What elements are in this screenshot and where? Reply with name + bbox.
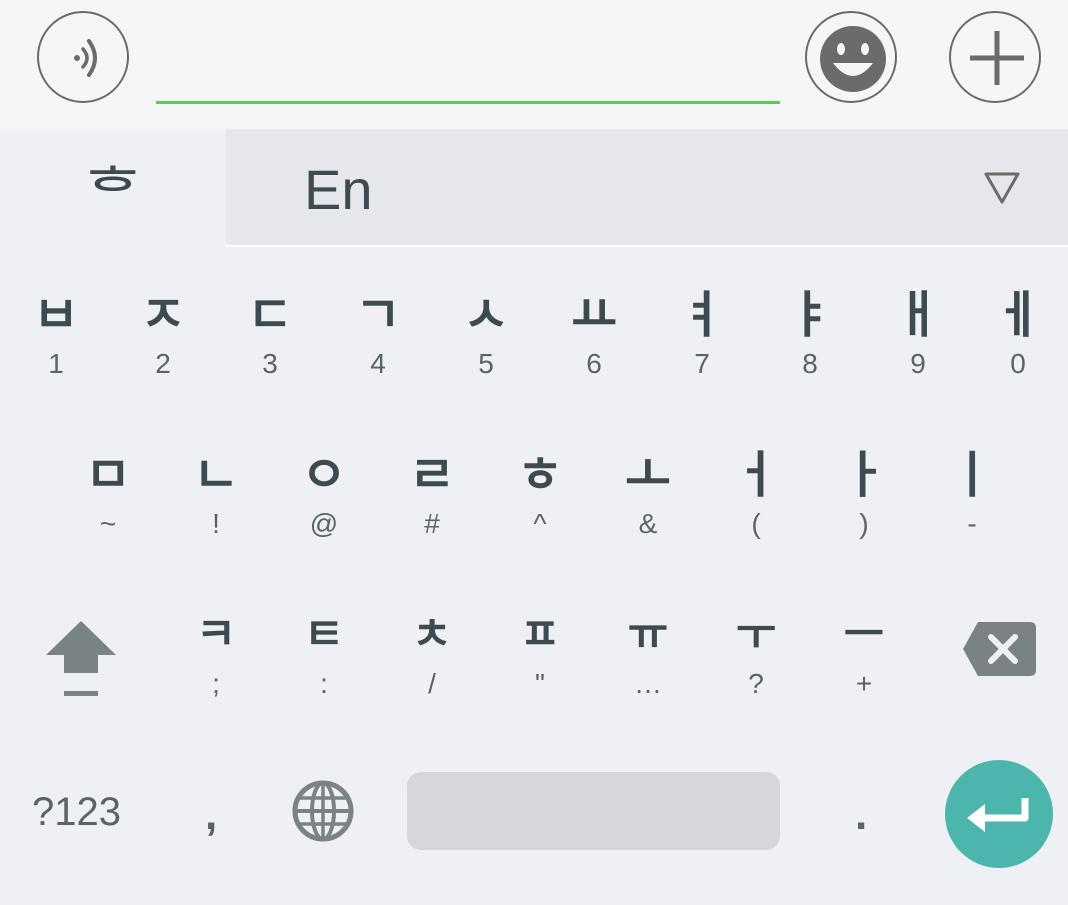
backspace-icon bbox=[963, 622, 1036, 676]
tab-korean-label: ᄒ bbox=[84, 157, 142, 230]
backspace-key[interactable] bbox=[960, 618, 1040, 680]
text-input[interactable] bbox=[156, 48, 780, 104]
key-b[interactable]: ㅂ1 bbox=[6, 285, 106, 415]
key-k[interactable]: ㅋ; bbox=[166, 605, 266, 735]
key-d[interactable]: ㄷ3 bbox=[220, 285, 320, 415]
globe-icon bbox=[292, 780, 354, 842]
key-ng[interactable]: ㅇ @ bbox=[274, 445, 374, 575]
shift-key[interactable] bbox=[40, 615, 122, 705]
key-eo[interactable]: ㅓ( bbox=[706, 445, 806, 575]
tab-korean[interactable]: ᄒ bbox=[0, 129, 226, 247]
key-m[interactable]: ㅁ ~ bbox=[58, 445, 158, 575]
triangle-down-icon[interactable] bbox=[982, 168, 1022, 208]
enter-key[interactable] bbox=[945, 760, 1053, 868]
key-o[interactable]: ㅗ & bbox=[598, 445, 698, 575]
emoji-button[interactable] bbox=[805, 11, 897, 103]
key-eu[interactable]: ㅡ + bbox=[814, 605, 914, 735]
language-switch-key[interactable] bbox=[290, 778, 356, 844]
key-ae[interactable]: ㅐ9 bbox=[868, 285, 968, 415]
key-r[interactable]: ㄹ # bbox=[382, 445, 482, 575]
key-u[interactable]: ㅜ? bbox=[706, 605, 806, 735]
language-bar: ᄒ En bbox=[0, 129, 1068, 247]
symbols-key[interactable]: ?123 bbox=[32, 790, 121, 835]
key-a[interactable]: ㅏ) bbox=[814, 445, 914, 575]
key-n[interactable]: ㄴ! bbox=[166, 445, 266, 575]
period-key[interactable]: . bbox=[855, 790, 867, 840]
key-yeo[interactable]: ㅕ7 bbox=[652, 285, 752, 415]
key-g[interactable]: ㄱ4 bbox=[328, 285, 428, 415]
key-j[interactable]: ㅈ2 bbox=[113, 285, 213, 415]
key-yo[interactable]: ㅛ6 bbox=[544, 285, 644, 415]
key-e[interactable]: ㅔ0 bbox=[968, 285, 1068, 415]
emoji-icon bbox=[820, 26, 886, 92]
key-yu[interactable]: ㅠ… bbox=[598, 605, 698, 735]
key-i[interactable]: ㅣ- bbox=[922, 445, 1022, 575]
key-h[interactable]: ㅎ ^ bbox=[490, 445, 590, 575]
key-t[interactable]: ㅌ: bbox=[274, 605, 374, 735]
add-button[interactable] bbox=[949, 11, 1041, 103]
voice-icon bbox=[74, 39, 97, 77]
key-ya[interactable]: ㅑ8 bbox=[760, 285, 860, 415]
tab-english-label: En bbox=[304, 158, 373, 221]
space-key[interactable] bbox=[407, 772, 780, 850]
key-s[interactable]: ㅅ5 bbox=[436, 285, 536, 415]
plus-icon bbox=[970, 31, 1024, 85]
key-p[interactable]: ㅍ " bbox=[490, 605, 590, 735]
tab-divider bbox=[226, 245, 1068, 247]
comma-key[interactable]: , bbox=[205, 790, 217, 840]
enter-icon bbox=[967, 798, 1029, 832]
voice-button[interactable] bbox=[37, 11, 129, 103]
key-ch[interactable]: ㅊ / bbox=[382, 605, 482, 735]
tab-english[interactable]: En bbox=[304, 157, 373, 222]
shift-arrow-icon bbox=[46, 621, 116, 696]
input-toolbar bbox=[0, 0, 1068, 129]
